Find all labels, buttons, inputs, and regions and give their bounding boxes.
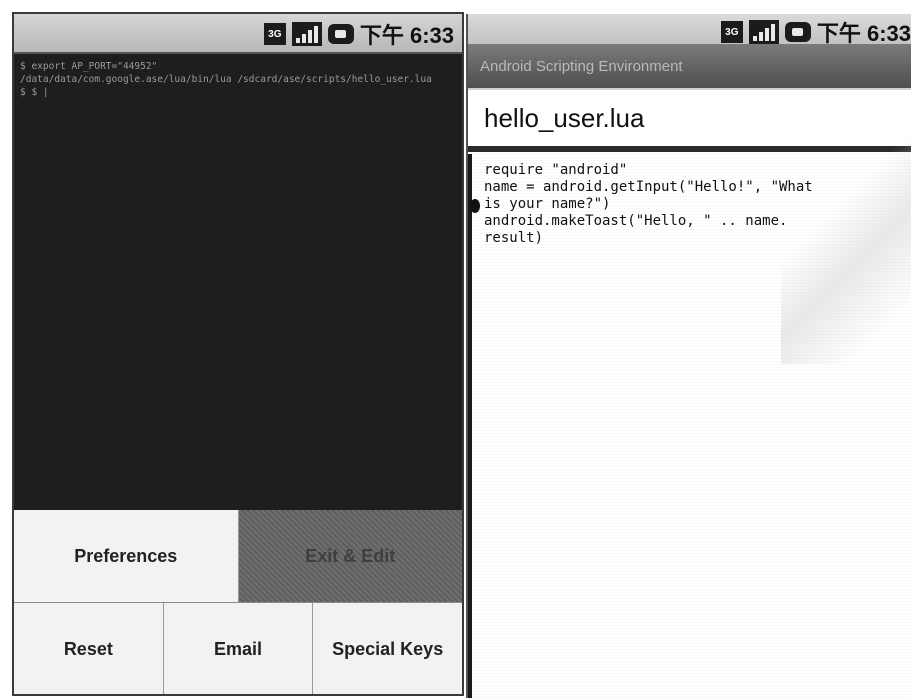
terminal-screen: 3G 下午 6:33 $ export AP_PORT="44952" /dat… — [12, 12, 464, 696]
code-line: result) — [484, 230, 544, 246]
filename-field[interactable]: hello_user.lua — [468, 88, 911, 152]
app-title-bar: Android Scripting Environment — [468, 44, 911, 88]
app-title: Android Scripting Environment — [480, 57, 683, 75]
3g-icon: 3G — [720, 21, 743, 43]
exit-edit-menu-item[interactable]: Exit & Edit — [238, 510, 462, 602]
status-icons: 3G 下午 6:33 — [263, 18, 454, 50]
signal-icon — [748, 20, 779, 44]
editor-screen: 3G 下午 6:33 Android Scripting Environment… — [466, 14, 911, 698]
email-menu-item[interactable]: Email — [163, 603, 314, 694]
status-time: 下午 6:33 — [359, 23, 454, 48]
terminal-line: $ export AP_PORT="44952" — [20, 61, 158, 72]
code-line: require "android" — [484, 162, 628, 178]
text-cursor-handle[interactable] — [470, 199, 480, 213]
status-bar: 3G 下午 6:33 — [468, 14, 911, 46]
script-editor[interactable]: require "android" name = android.getInpu… — [468, 154, 911, 698]
3g-icon: 3G — [263, 23, 286, 45]
terminal-line: $ $ | — [20, 87, 49, 98]
reset-menu-item[interactable]: Reset — [14, 603, 164, 694]
filename-text: hello_user.lua — [484, 102, 645, 133]
terminal-line: /data/data/com.google.ase/lua/bin/lua /s… — [20, 74, 432, 85]
battery-icon — [327, 24, 354, 44]
status-bar: 3G 下午 6:33 — [14, 14, 462, 54]
code-line: name = android.getInput("Hello!", "What — [484, 179, 813, 195]
options-menu: Preferences Exit & Edit Reset Email Spec… — [14, 510, 462, 694]
menu-row-top: Preferences Exit & Edit — [14, 510, 462, 602]
battery-icon — [784, 22, 811, 42]
code-line: android.makeToast("Hello, " .. name. — [484, 213, 788, 229]
code-line: is your name?") — [484, 196, 611, 212]
preferences-menu-item[interactable]: Preferences — [14, 510, 239, 602]
terminal-output[interactable]: $ export AP_PORT="44952" /data/data/com.… — [14, 54, 462, 514]
special-keys-menu-item[interactable]: Special Keys — [313, 603, 462, 694]
menu-row-bottom: Reset Email Special Keys — [14, 602, 462, 694]
signal-icon — [291, 22, 322, 46]
